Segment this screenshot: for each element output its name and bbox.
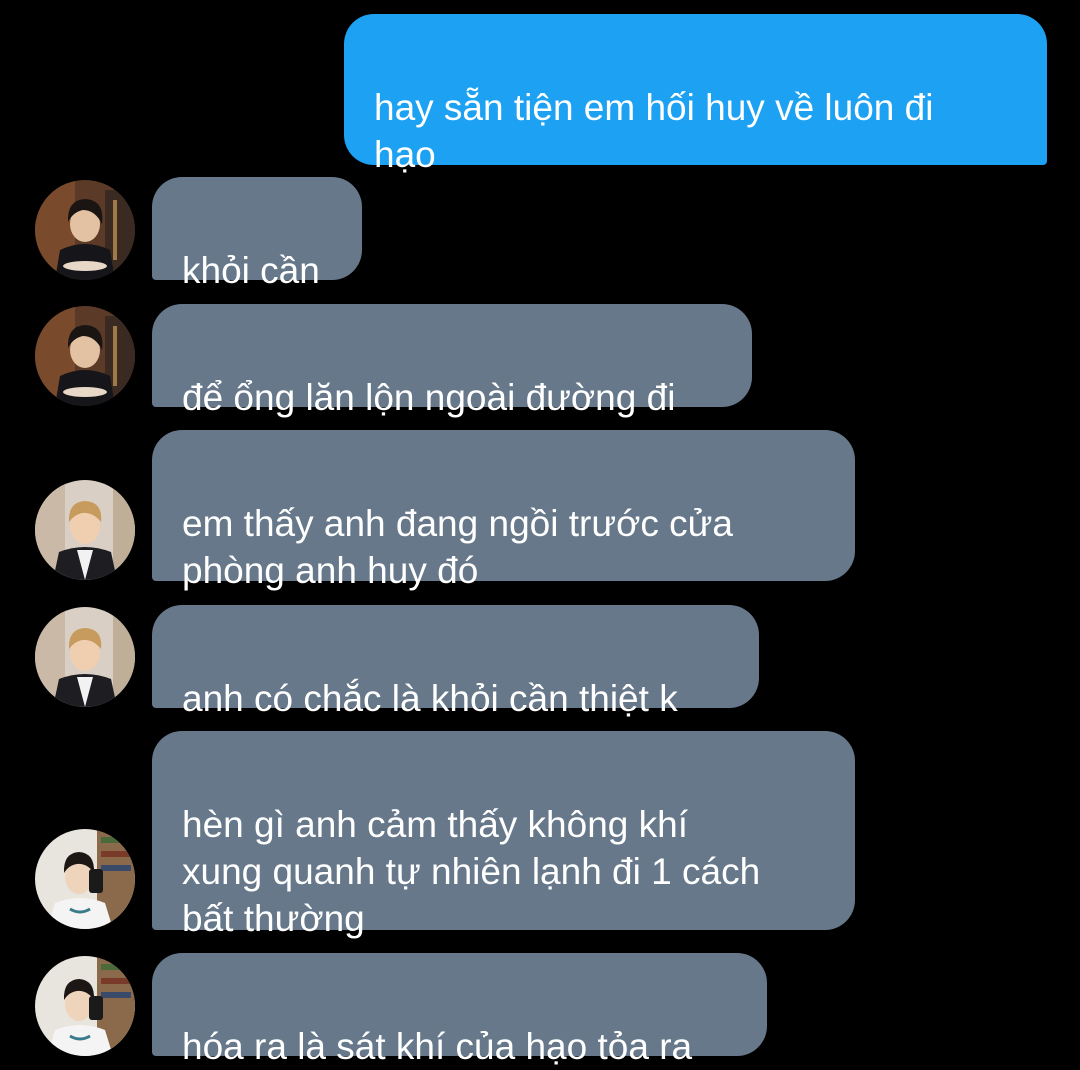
contact-avatar[interactable]	[35, 180, 135, 280]
message-text: để ổng lăn lộn ngoài đường đi	[182, 377, 676, 418]
message-bubble-incoming[interactable]: anh có chắc là khỏi cần thiệt k	[152, 605, 759, 719]
contact-avatar[interactable]	[35, 480, 135, 580]
contact-avatar[interactable]	[35, 956, 135, 1056]
message-text: hèn gì anh cảm thấy không khí xung quanh…	[182, 804, 761, 939]
message-text: hay sẵn tiện em hối huy về luôn đi hạo	[374, 87, 934, 175]
message-bubble-incoming[interactable]: hóa ra là sát khí của hạo tỏa ra	[152, 953, 767, 1067]
message-text: hóa ra là sát khí của hạo tỏa ra	[182, 1026, 693, 1067]
contact-avatar[interactable]	[35, 829, 135, 929]
message-bubble-incoming[interactable]: em thấy anh đang ngồi trước cửa phòng an…	[152, 430, 855, 591]
message-text: khỏi cần	[182, 250, 320, 291]
message-bubble-outgoing[interactable]: hay sẵn tiện em hối huy về luôn đi hạo	[344, 14, 1047, 175]
message-text: em thấy anh đang ngồi trước cửa phòng an…	[182, 503, 733, 591]
message-bubble-incoming[interactable]: để ổng lăn lộn ngoài đường đi	[152, 304, 752, 418]
message-text: anh có chắc là khỏi cần thiệt k	[182, 678, 678, 719]
contact-avatar[interactable]	[35, 607, 135, 707]
message-bubble-incoming[interactable]: khỏi cần	[152, 177, 362, 291]
contact-avatar[interactable]	[35, 306, 135, 406]
message-bubble-incoming[interactable]: hèn gì anh cảm thấy không khí xung quanh…	[152, 731, 855, 939]
